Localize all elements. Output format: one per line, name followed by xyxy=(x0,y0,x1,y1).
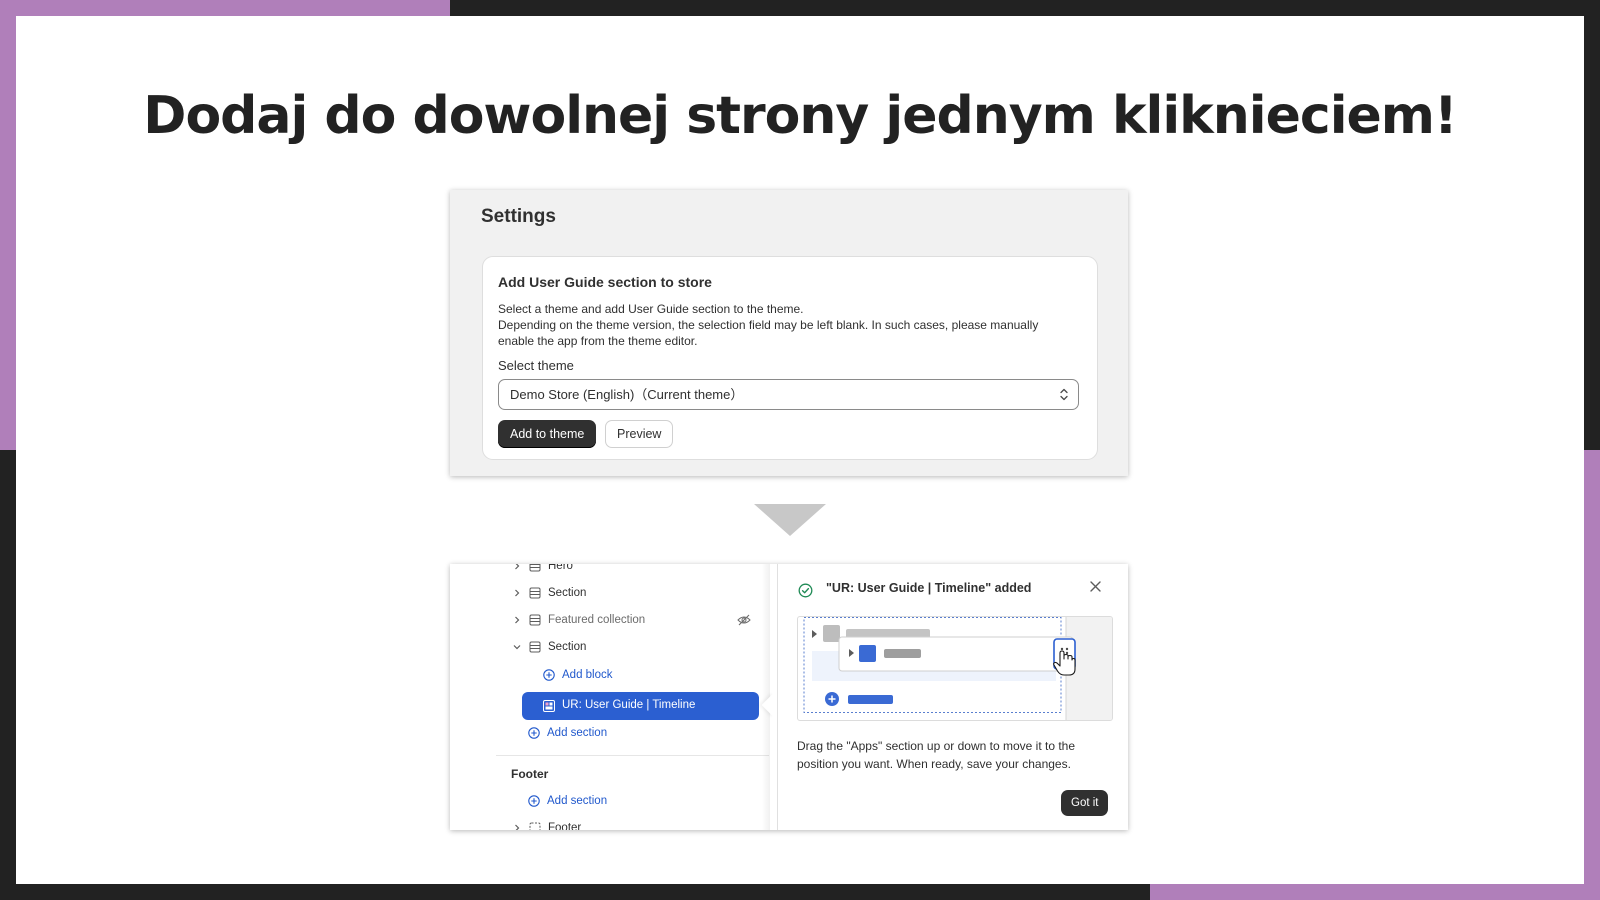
page-title: Dodaj do dowolnej strony jednym klikniec… xyxy=(143,86,1457,146)
card-description-line: Depending on the theme version, the sele… xyxy=(498,318,1039,332)
chevron-down-icon xyxy=(513,645,521,650)
arrow-down-triangle xyxy=(754,504,826,536)
tree-item-label: Section xyxy=(548,641,587,653)
chevron-right-icon xyxy=(515,824,520,830)
section-tree: Hero Section Featured collection Section… xyxy=(450,564,770,830)
chevron-right-icon xyxy=(515,589,520,597)
plus-circle-icon xyxy=(528,795,540,807)
tree-item-hero[interactable]: Hero xyxy=(450,564,760,576)
select-theme-label: Select theme xyxy=(498,358,574,373)
tree-item-featured-collection[interactable]: Featured collection xyxy=(450,611,760,629)
add-section-card: Add User Guide section to store Select a… xyxy=(482,256,1098,460)
footer-add-section-link[interactable]: Add section xyxy=(450,792,760,810)
select-chevron-icon xyxy=(1060,388,1068,401)
check-circle-icon xyxy=(798,583,813,598)
add-section-link[interactable]: Add section xyxy=(450,724,760,742)
tree-divider xyxy=(496,755,769,756)
popup-title: "UR: User Guide | Timeline" added xyxy=(826,581,1032,595)
popup-instruction-line: Drag the "Apps" section up or down to mo… xyxy=(797,739,1076,753)
card-title: Add User Guide section to store xyxy=(498,274,712,290)
close-icon[interactable] xyxy=(1089,580,1102,593)
card-description-line: Select a theme and add User Guide sectio… xyxy=(498,302,804,316)
app-block-icon xyxy=(543,700,555,712)
add-block-label: Add block xyxy=(562,669,613,681)
tree-item-label: Section xyxy=(548,587,587,599)
got-it-button[interactable]: Got it xyxy=(1061,790,1109,816)
eye-off-icon[interactable] xyxy=(737,614,751,626)
section-added-popup: "UR: User Guide | Timeline" added Drag t… xyxy=(777,564,1128,830)
popup-instruction-line: position you want. When ready, save your… xyxy=(797,757,1071,771)
section-icon xyxy=(529,614,541,626)
selected-block-label: UR: User Guide | Timeline xyxy=(562,699,696,711)
tree-item-section-expanded[interactable]: Section xyxy=(450,638,760,656)
tree-item-section[interactable]: Section xyxy=(450,584,760,602)
add-block-link[interactable]: Add block xyxy=(450,666,760,684)
drag-section-illustration xyxy=(803,617,1112,720)
popup-instructions: Drag the "Apps" section up or down to mo… xyxy=(797,737,1107,773)
tree-item-label: Featured collection xyxy=(548,614,646,626)
section-icon xyxy=(529,641,541,653)
footer-add-section-label: Add section xyxy=(547,795,608,807)
theme-select[interactable]: Demo Store (English)（Current theme） xyxy=(498,379,1079,410)
chevron-right-icon xyxy=(515,564,520,570)
tree-item-footer[interactable]: Footer xyxy=(450,819,760,830)
plus-circle-icon xyxy=(528,727,540,739)
tree-item-label: Footer xyxy=(548,822,582,830)
tree-item-label: Hero xyxy=(548,564,573,572)
plus-circle-icon xyxy=(543,669,555,681)
add-to-theme-button[interactable]: Add to theme xyxy=(498,420,597,448)
add-section-label: Add section xyxy=(547,727,608,739)
tree-item-selected-block[interactable]: UR: User Guide | Timeline xyxy=(522,692,759,720)
card-description-line: enable the app from the theme editor. xyxy=(498,334,698,348)
preview-button[interactable]: Preview xyxy=(605,420,674,448)
theme-select-value: Demo Store (English)（Current theme） xyxy=(510,387,744,402)
drag-illustration xyxy=(797,616,1113,721)
settings-panel: Settings Add User Guide section to store… xyxy=(450,190,1128,476)
card-description: Select a theme and add User Guide sectio… xyxy=(498,301,1083,349)
settings-title: Settings xyxy=(481,206,556,227)
footer-section-icon xyxy=(529,822,541,830)
footer-group-heading: Footer xyxy=(511,767,549,781)
section-icon xyxy=(529,564,541,572)
theme-editor-panel: Hero Section Featured collection Section… xyxy=(450,564,1128,830)
section-icon xyxy=(529,587,541,599)
chevron-right-icon xyxy=(515,616,520,624)
